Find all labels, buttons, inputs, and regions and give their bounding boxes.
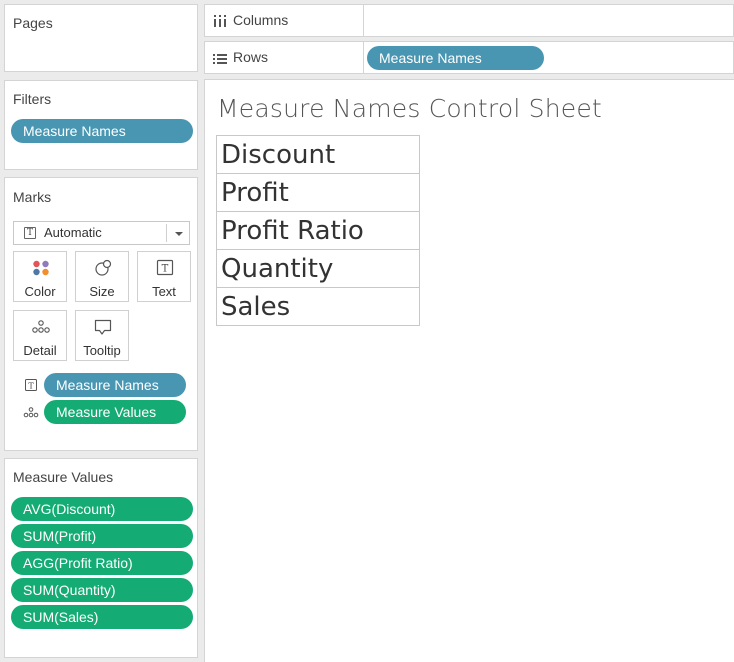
measure-pill-sum-quantity[interactable]: SUM(Quantity) [11,578,193,602]
detail-button-label: Detail [23,343,57,358]
marks-card[interactable]: Marks T Automatic Color Size T Text Deta… [4,177,198,451]
color-button-label: Color [24,284,56,299]
dropdown-divider [166,224,167,242]
table-row[interactable]: Quantity [217,250,419,288]
text-button-label: Text [152,284,176,299]
pages-title: Pages [13,15,53,31]
marks-pill-measure-values[interactable]: Measure Values [44,400,186,424]
rows-shelf[interactable]: Rows Measure Names [204,41,734,74]
color-button[interactable]: Color [13,251,67,302]
tooltip-bubble-icon [76,318,128,336]
columns-shelf-label: Columns [205,5,364,36]
measure-pill-sum-profit[interactable]: SUM(Profit) [11,524,193,548]
size-button-label: Size [89,284,115,299]
measure-pill-avg-discount[interactable]: AVG(Discount) [11,497,193,521]
tooltip-button-label: Tooltip [83,343,121,358]
columns-icon [213,14,227,32]
columns-shelf[interactable]: Columns [204,4,734,37]
detail-dots-icon [14,318,66,336]
rows-shelf-label: Rows [205,42,364,73]
color-dots-icon [14,259,66,277]
rows-icon [213,52,227,70]
measure-pill-sum-sales[interactable]: SUM(Sales) [11,605,193,629]
measure-pill-agg-profit-ratio[interactable]: AGG(Profit Ratio) [11,551,193,575]
measure-names-table: Discount Profit Profit Ratio Quantity Sa… [216,135,420,326]
detail-button[interactable]: Detail [13,310,67,361]
table-row[interactable]: Profit [217,174,419,212]
columns-label: Columns [233,12,289,28]
marks-title: Marks [13,189,52,205]
filter-pill-measure-names[interactable]: Measure Names [11,119,193,143]
mark-type-dropdown[interactable]: T Automatic [13,221,190,245]
text-box-icon: T [138,259,190,277]
pages-card[interactable]: Pages [4,4,198,72]
measure-values-card[interactable]: Measure Values AVG(Discount) SUM(Profit)… [4,458,198,658]
size-shapes-icon [76,259,128,277]
mark-type-label: Automatic [44,225,102,240]
chevron-down-icon[interactable] [175,232,183,236]
table-row[interactable]: Profit Ratio [217,212,419,250]
filters-card[interactable]: Filters Measure Names [4,80,198,170]
measure-values-title: Measure Values [13,469,114,485]
rows-pill-measure-names[interactable]: Measure Names [367,46,544,70]
filters-title: Filters [13,91,52,107]
text-button[interactable]: T Text [137,251,191,302]
worksheet-view[interactable]: Measure Names Control Sheet Discount Pro… [204,79,734,662]
svg-text:T: T [28,382,34,391]
svg-text:T: T [162,264,169,275]
text-mark-icon: T [24,227,36,239]
tooltip-button[interactable]: Tooltip [75,310,129,361]
marks-pill-measure-names[interactable]: Measure Names [44,373,186,397]
table-row[interactable]: Sales [217,288,419,325]
size-button[interactable]: Size [75,251,129,302]
detail-encoding-icon[interactable] [23,405,39,424]
sheet-title: Measure Names Control Sheet [217,94,602,123]
table-row[interactable]: Discount [217,136,419,174]
rows-label: Rows [233,49,269,65]
text-encoding-icon[interactable]: T [24,378,38,397]
